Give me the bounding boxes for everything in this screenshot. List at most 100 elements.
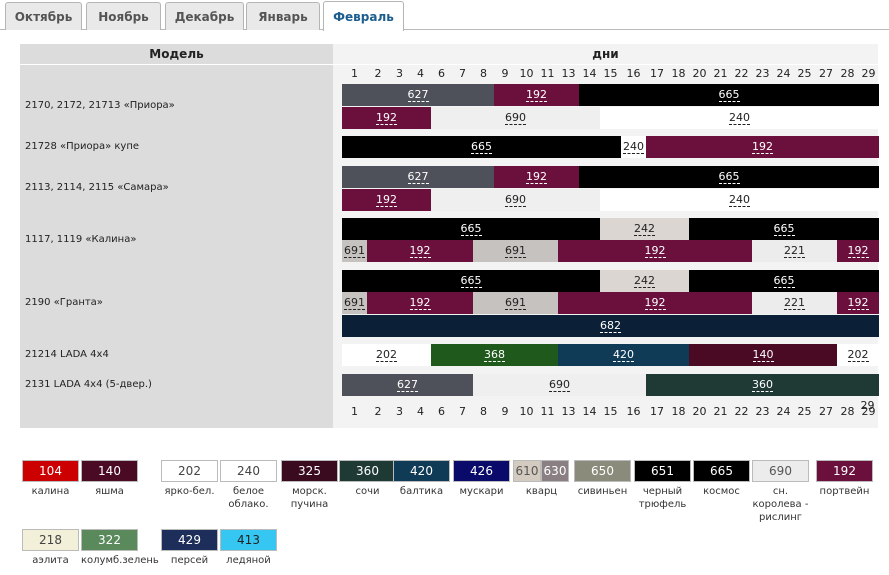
color-bar[interactable]: 665 bbox=[579, 84, 879, 106]
color-code-label: 140 bbox=[752, 347, 774, 362]
color-bar[interactable]: 690 bbox=[431, 189, 600, 211]
color-bar[interactable]: 691 bbox=[342, 240, 367, 262]
tab-december[interactable]: Декабрь bbox=[165, 2, 244, 30]
day-label: 15 bbox=[603, 67, 618, 80]
color-code-label: 192 bbox=[526, 87, 547, 102]
color-code-label: 242 bbox=[634, 273, 655, 288]
color-bar[interactable]: 192 bbox=[837, 240, 879, 262]
legend-swatch: 192 bbox=[816, 460, 873, 482]
legend-item: 360 сочи bbox=[339, 460, 396, 498]
legend-color-name: черный трюфель bbox=[638, 486, 687, 510]
color-code-label: 691 bbox=[505, 295, 526, 310]
legend-item: 610 630 кварц bbox=[513, 460, 570, 498]
legend-swatch: 426 bbox=[453, 460, 510, 482]
color-bar[interactable]: 690 bbox=[431, 107, 600, 129]
days-header: дни bbox=[592, 47, 619, 61]
day-label: 18 bbox=[671, 67, 686, 80]
legend-item: 218 аэлита bbox=[22, 529, 79, 567]
color-bar[interactable]: 360 bbox=[646, 374, 879, 396]
tab-october[interactable]: Октябрь bbox=[5, 2, 82, 30]
color-bar[interactable]: 192 bbox=[342, 189, 431, 211]
color-bar[interactable]: 221 bbox=[752, 240, 837, 262]
model-lada-4x4: 21214 LADA 4x4 bbox=[25, 349, 109, 360]
color-bar[interactable]: 691 bbox=[473, 240, 558, 262]
day-label: 29 bbox=[861, 67, 876, 80]
day-label: 20 bbox=[692, 405, 707, 418]
day-label: 16 bbox=[626, 405, 641, 418]
legend-color-name: колумб.зелень bbox=[81, 555, 159, 566]
day-label: 25 bbox=[797, 405, 812, 418]
model-header: Модель bbox=[149, 47, 204, 61]
tab-november[interactable]: Ноябрь bbox=[86, 2, 161, 30]
color-bar[interactable]: 682 bbox=[342, 315, 879, 337]
color-bar[interactable]: 627 bbox=[342, 374, 473, 396]
color-bar[interactable]: 690 bbox=[473, 374, 646, 396]
color-code-label: 665 bbox=[471, 139, 492, 154]
color-bar[interactable]: 192 bbox=[367, 240, 473, 262]
legend-item: 140 яшма bbox=[81, 460, 138, 498]
legend-item: 690 сн. королева - рислинг bbox=[752, 460, 809, 524]
legend-item: 413 ледяной bbox=[220, 529, 277, 567]
color-bar[interactable]: 665 bbox=[342, 270, 600, 292]
legend-item: 426 мускари bbox=[453, 460, 510, 498]
color-bar[interactable]: 192 bbox=[558, 292, 752, 314]
color-bar[interactable]: 368 bbox=[431, 344, 558, 366]
color-bar[interactable]: 242 bbox=[600, 218, 689, 240]
color-bar[interactable]: 665 bbox=[579, 166, 879, 188]
color-bar[interactable]: 192 bbox=[494, 84, 579, 106]
color-bar[interactable]: 202 bbox=[837, 344, 879, 366]
day-label: 9 bbox=[501, 405, 509, 418]
color-bar[interactable]: 192 bbox=[367, 292, 473, 314]
day-label: 18 bbox=[671, 405, 686, 418]
color-bar[interactable]: 627 bbox=[342, 84, 494, 106]
tab-january[interactable]: Январь bbox=[246, 2, 320, 30]
legend-swatch: 610 bbox=[513, 460, 541, 482]
day-label: 22 bbox=[734, 67, 749, 80]
color-bar[interactable]: 192 bbox=[494, 166, 579, 188]
color-code-label: 627 bbox=[397, 377, 418, 392]
color-code-label: 627 bbox=[407, 169, 429, 184]
color-code-label: 202 bbox=[376, 347, 397, 362]
color-code-label: 691 bbox=[344, 295, 365, 310]
day-label: 8 bbox=[480, 405, 487, 418]
legend-swatch: 420 bbox=[393, 460, 450, 482]
color-bar[interactable]: 192 bbox=[342, 107, 431, 129]
color-code-label: 192 bbox=[644, 243, 666, 258]
color-code-label: 665 bbox=[460, 273, 482, 288]
color-code-label: 368 bbox=[484, 347, 505, 362]
legend-item: 240 белое облако. bbox=[220, 460, 277, 511]
day-label: 21 bbox=[713, 405, 728, 418]
color-code-label: 240 bbox=[729, 110, 750, 125]
color-bar[interactable]: 240 bbox=[600, 189, 879, 211]
legend-swatch: 104 bbox=[22, 460, 79, 482]
color-bar[interactable]: 202 bbox=[342, 344, 431, 366]
color-bar[interactable]: 627 bbox=[342, 166, 494, 188]
day-label: 25 bbox=[797, 67, 812, 80]
legend-color-name: персей bbox=[170, 555, 209, 566]
legend-swatch: 360 bbox=[339, 460, 396, 482]
color-bar[interactable]: 192 bbox=[558, 240, 752, 262]
model-lada-4x4-5door: 2131 LADA 4x4 (5-двер.) bbox=[25, 379, 152, 390]
color-bar[interactable]: 665 bbox=[342, 218, 600, 240]
color-bar[interactable]: 140 bbox=[689, 344, 837, 366]
color-bar[interactable]: 691 bbox=[342, 292, 367, 314]
legend-swatch: 140 bbox=[81, 460, 138, 482]
color-bar[interactable]: 240 bbox=[621, 136, 646, 158]
legend-color-name: балтика bbox=[399, 486, 444, 497]
color-bar[interactable]: 691 bbox=[473, 292, 558, 314]
color-bar[interactable]: 665 bbox=[689, 270, 879, 292]
legend-swatch: 240 bbox=[220, 460, 277, 482]
color-bar[interactable]: 242 bbox=[600, 270, 689, 292]
legend-color-name: морск. пучина bbox=[290, 486, 329, 510]
day-label: 24 bbox=[776, 67, 791, 80]
color-bar[interactable]: 221 bbox=[752, 292, 837, 314]
color-bar[interactable]: 192 bbox=[837, 292, 879, 314]
color-bar[interactable]: 665 bbox=[689, 218, 879, 240]
color-bar[interactable]: 240 bbox=[600, 107, 879, 129]
color-bar[interactable]: 665 bbox=[342, 136, 621, 158]
color-bar[interactable]: 420 bbox=[558, 344, 689, 366]
legend-item: 665 космос bbox=[693, 460, 750, 498]
color-code-label: 192 bbox=[526, 169, 547, 184]
tab-february[interactable]: Февраль bbox=[323, 1, 404, 31]
color-bar[interactable]: 192 bbox=[646, 136, 879, 158]
